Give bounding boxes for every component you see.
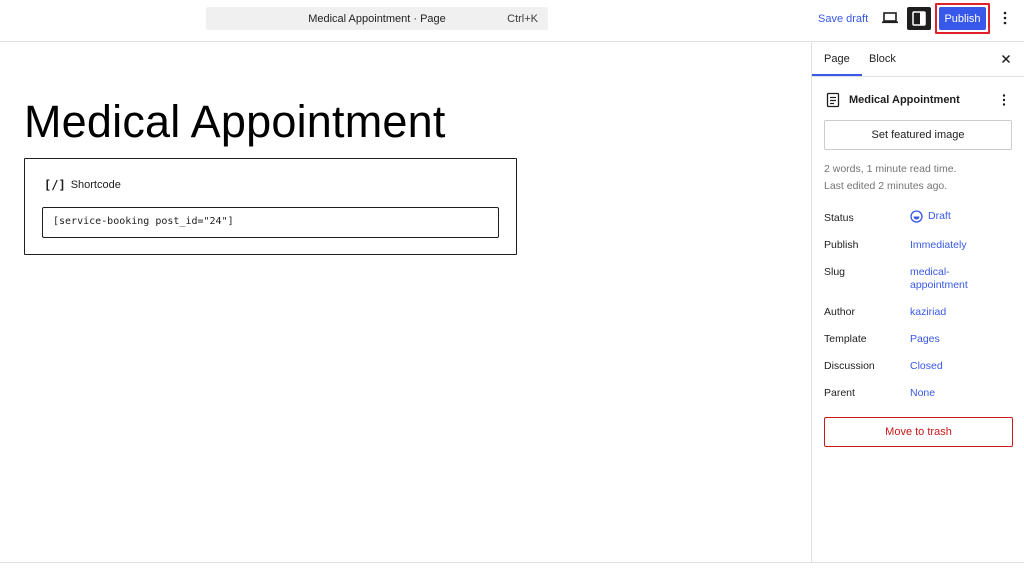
close-icon [1001,54,1011,64]
last-edited: Last edited 2 minutes ago. [824,180,948,192]
tab-page[interactable]: Page [812,53,862,76]
author-value[interactable]: kaziriad [910,306,1010,319]
close-sidebar-button[interactable] [1000,52,1012,64]
editor-header: Medical Appointment · Page Ctrl+K Save d… [0,0,1024,42]
shortcode-icon: [/] [44,178,66,192]
template-value[interactable]: Pages [910,333,1010,346]
page-icon [826,92,840,108]
status-label: Status [824,212,854,224]
options-menu-button[interactable] [999,9,1011,27]
discussion-value[interactable]: Closed [910,360,1010,373]
page-title[interactable]: Medical Appointment [24,96,446,148]
document-title-label: Medical Appointment [849,94,960,106]
sidebar-panel-icon [912,11,926,26]
vertical-ellipsis-icon [1003,11,1007,25]
status-value[interactable]: Draft [910,210,1010,223]
settings-sidebar: Page Block Medical Appointment Set featu… [811,42,1024,562]
shortcode-block[interactable]: [/] Shortcode [service-booking post_id="… [24,158,517,255]
slug-label: Slug [824,266,846,278]
footer-divider [0,562,1024,563]
sidebar-tabs: Page Block [812,42,1024,77]
vertical-ellipsis-icon [1002,94,1006,106]
editor-canvas[interactable]: Medical Appointment [/] Shortcode [servi… [0,42,811,562]
status-value-text: Draft [928,210,951,222]
document-summary: Medical Appointment [826,92,1016,108]
publish-button[interactable]: Publish [939,7,986,30]
discussion-label: Discussion [824,360,875,372]
publish-label: Publish [824,239,859,251]
document-actions-button[interactable] [999,92,1009,108]
tab-block[interactable]: Block [869,53,896,65]
parent-label: Parent [824,387,855,399]
settings-toggle-button[interactable] [907,7,931,30]
publish-value[interactable]: Immediately [910,239,1010,252]
shortcode-input[interactable]: [service-booking post_id="24"] [42,207,499,238]
shortcode-label-text: Shortcode [70,179,121,191]
command-palette-button[interactable]: Medical Appointment · Page Ctrl+K [206,7,548,30]
slug-value[interactable]: medical-appointment [910,266,980,292]
document-title: Medical Appointment · Page [308,13,446,25]
parent-value[interactable]: None [910,387,1010,400]
draft-status-icon [910,210,923,223]
keyboard-shortcut: Ctrl+K [507,13,538,25]
template-label: Template [824,333,867,345]
author-label: Author [824,306,855,318]
publish-highlight: Publish [935,3,990,34]
laptop-icon [882,12,898,24]
word-count: 2 words, 1 minute read time. [824,163,957,175]
preview-button[interactable] [880,9,900,27]
save-draft-button[interactable]: Save draft [818,13,868,25]
set-featured-image-button[interactable]: Set featured image [824,120,1012,150]
shortcode-block-label: [/] Shortcode [44,178,121,192]
move-to-trash-button[interactable]: Move to trash [824,417,1013,447]
